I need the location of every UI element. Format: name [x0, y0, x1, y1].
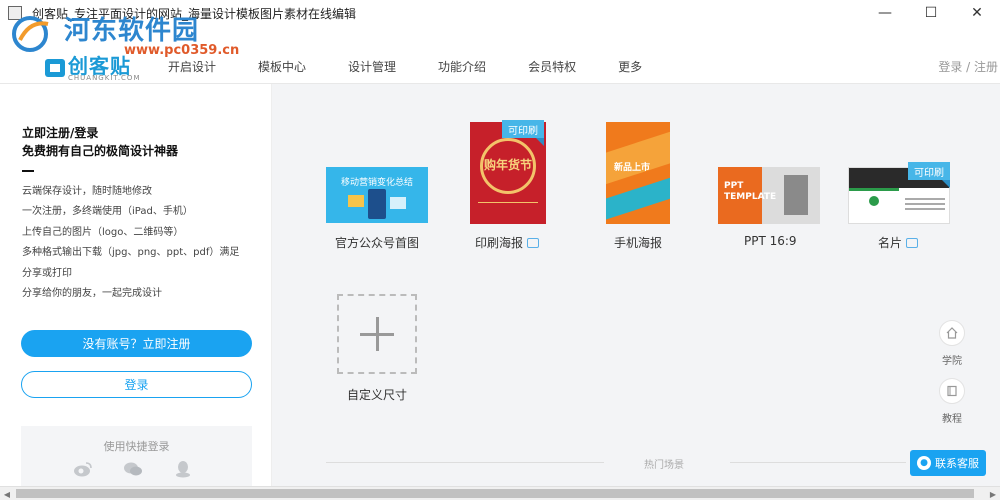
register-button[interactable]: 没有账号？立即注册	[21, 330, 252, 357]
qq-icon[interactable]	[173, 460, 193, 478]
horizontal-scrollbar[interactable]: ◀ ▶	[0, 486, 1000, 500]
side-tool-academy[interactable]: 学院	[932, 320, 972, 367]
thumb-caption: PPT TEMPLATE	[724, 181, 777, 202]
nav-item-features[interactable]: 功能介绍	[438, 58, 486, 75]
template-label-wechat-cover[interactable]: 官方公众号首图	[335, 234, 419, 251]
poster-stripe	[606, 176, 670, 220]
poster-footer	[478, 202, 538, 214]
contact-support-button[interactable]: ● 联系客服	[910, 450, 986, 476]
poster-stripe	[606, 128, 670, 186]
scroll-left-icon[interactable]: ◀	[0, 488, 14, 500]
thumb-ppt[interactable]: PPT TEMPLATE	[718, 167, 820, 224]
quick-login-label: 使用快捷登录	[103, 440, 170, 453]
nav-item-more[interactable]: 更多	[618, 58, 642, 75]
window-controls: — ☐ ✕	[862, 0, 1000, 26]
nav-item-design-manage[interactable]: 设计管理	[348, 58, 396, 75]
quick-login-icons	[73, 460, 223, 478]
phone-graphic	[368, 189, 386, 219]
chat-icon: ●	[917, 456, 931, 470]
custom-size-button[interactable]	[337, 294, 417, 374]
thumb-wechat-cover[interactable]: 移动营销变化总结	[326, 167, 428, 223]
hot-scene-label: 热门场景	[644, 460, 684, 471]
window-titlebar: 创客贴_专注平面设计的网站_海量设计模板图片素材在线编辑 — ☐ ✕	[0, 0, 1000, 26]
feature-item: 分享给你的朋友，一起完成设计	[22, 288, 162, 300]
template-label-text: 名片	[878, 236, 903, 250]
ppt-photo-shade	[784, 175, 808, 215]
template-label-text: 印刷海报	[475, 236, 524, 250]
feature-list: 云端保存设计，随时随地修改 一次注册，多终端使用（iPad、手机） 上传自己的图…	[22, 182, 262, 304]
heading-divider	[22, 170, 34, 172]
nav-item-start-design[interactable]: 开启设计	[168, 58, 216, 75]
printable-badge: 可印刷	[908, 162, 950, 188]
card-lines	[905, 198, 945, 200]
side-tool-label: 学院	[942, 356, 962, 367]
template-label-business-card[interactable]: 名片	[878, 234, 919, 251]
sidebar-subheading: 免费拥有自己的极简设计神器	[22, 144, 179, 158]
login-button[interactable]: 登录	[21, 371, 252, 398]
panel-graphic	[390, 197, 406, 209]
template-area: 移动营销变化总结 官方公众号首图 购年货节 可印刷 印刷海报 新品上市 手机海报…	[272, 84, 1000, 486]
brand-sub: CHUANGKIT.COM	[68, 74, 141, 82]
custom-size-label[interactable]: 自定义尺寸	[347, 386, 407, 403]
top-navbar: 创客贴 CHUANGKIT.COM 开启设计 模板中心 设计管理 功能介绍 会员…	[0, 26, 1000, 84]
feature-item: 上传自己的图片（logo、二维码等）	[22, 226, 184, 238]
nav-item-membership[interactable]: 会员特权	[528, 58, 576, 75]
panel-graphic	[348, 195, 364, 207]
maximize-button[interactable]: ☐	[908, 0, 954, 26]
template-label-mobile-poster[interactable]: 手机海报	[614, 234, 662, 251]
feature-item: 云端保存设计，随时随地修改	[22, 186, 152, 197]
book-icon	[939, 378, 965, 404]
template-label-ppt[interactable]: PPT 16:9	[744, 234, 797, 248]
hot-scene-divider-right	[730, 462, 906, 463]
window-title: 创客贴_专注平面设计的网站_海量设计模板图片素材在线编辑	[32, 6, 357, 21]
printable-badge: 可印刷	[502, 120, 544, 146]
minimize-button[interactable]: —	[862, 0, 908, 26]
app-icon	[8, 6, 22, 20]
scroll-right-icon[interactable]: ▶	[986, 488, 1000, 500]
thumb-caption: 购年货节	[483, 158, 532, 172]
nav-item-template-center[interactable]: 模板中心	[258, 58, 306, 75]
side-tool-tutorial[interactable]: 教程	[932, 378, 972, 425]
nav-menu: 开启设计 模板中心 设计管理 功能介绍 会员特权 更多	[168, 58, 684, 75]
thumb-mobile-poster[interactable]: 新品上市	[606, 122, 670, 224]
quick-login-box: 使用快捷登录	[21, 426, 252, 486]
thumb-caption: 移动营销变化总结	[340, 178, 413, 188]
thumb-caption: 新品上市	[614, 163, 651, 173]
weibo-icon[interactable]	[73, 460, 93, 478]
scrollbar-thumb[interactable]	[16, 489, 974, 498]
contact-label: 联系客服	[935, 457, 979, 470]
home-icon	[939, 320, 965, 346]
feature-item: 分享或打印	[22, 267, 72, 279]
card-band-green	[849, 188, 899, 191]
close-button[interactable]: ✕	[954, 0, 1000, 26]
feature-item: 多种格式输出下载（jpg、png、ppt、pdf）满足	[22, 247, 240, 259]
hot-scene-divider-left	[326, 462, 604, 463]
printer-icon	[906, 237, 919, 248]
login-sidebar: 立即注册/登录 免费拥有自己的极简设计神器 云端保存设计，随时随地修改 一次注册…	[0, 84, 272, 486]
printer-icon	[527, 237, 540, 248]
sidebar-heading: 立即注册/登录	[22, 126, 99, 140]
nav-login-link[interactable]: 登录 / 注册	[938, 58, 998, 75]
brand-logo-icon	[45, 59, 65, 77]
template-label-print-poster[interactable]: 印刷海报	[475, 234, 540, 251]
side-tool-label: 教程	[942, 414, 962, 425]
wechat-icon[interactable]	[123, 460, 143, 478]
card-logo	[869, 196, 879, 206]
brand-logo[interactable]: 创客贴 CHUANGKIT.COM	[44, 50, 140, 82]
feature-item: 一次注册，多终端使用（iPad、手机）	[22, 206, 193, 218]
